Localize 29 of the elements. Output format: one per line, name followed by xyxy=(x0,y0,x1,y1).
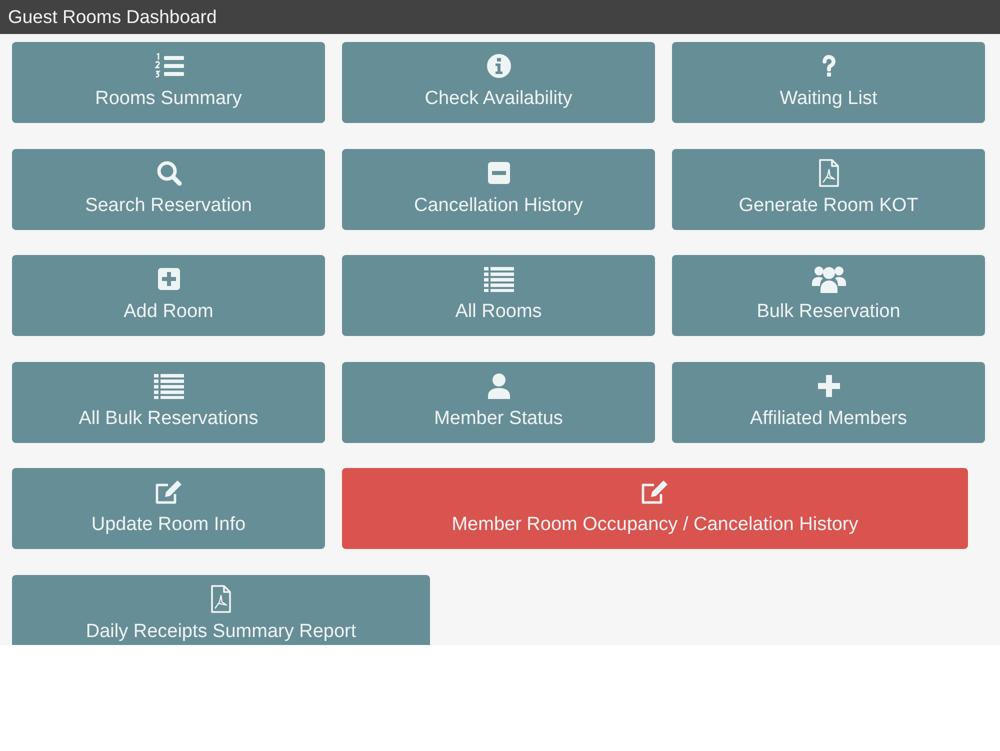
pdf-file-icon xyxy=(210,584,232,612)
dashboard-button[interactable]: Cancellation History xyxy=(342,148,655,230)
pdf-file-icon xyxy=(818,158,840,186)
people-icon xyxy=(812,265,846,293)
numbered-list-icon xyxy=(154,53,184,79)
dashboard-button[interactable]: Bulk Reservation xyxy=(672,255,985,336)
question-icon xyxy=(820,54,836,78)
person-icon xyxy=(488,372,510,398)
dashboard-button[interactable]: Member Status xyxy=(342,362,655,442)
page-title: Guest Rooms Dashboard xyxy=(8,5,217,29)
dashboard-button[interactable]: Daily Receipts Summary Report xyxy=(12,574,430,645)
dashboard-button[interactable]: Waiting List xyxy=(672,42,985,123)
dashboard-button[interactable]: Search Reservation xyxy=(12,148,325,230)
dashboard-button[interactable]: Member Room Occupancy / Cancelation History xyxy=(342,468,968,549)
edit-icon xyxy=(154,479,182,505)
dashboard-button[interactable]: Check Availability xyxy=(342,42,655,123)
dashboard-button[interactable]: Add Room xyxy=(12,255,325,336)
list-icon xyxy=(484,266,514,292)
dashboard-button[interactable]: Affiliated Members xyxy=(672,362,985,442)
search-icon xyxy=(156,160,182,186)
info-icon xyxy=(486,53,512,79)
dashboard-button[interactable]: Rooms Summary xyxy=(12,42,325,123)
dashboard-button[interactable]: All Bulk Reservations xyxy=(12,362,325,442)
list-icon xyxy=(154,372,184,398)
dashboard-button[interactable]: All Rooms xyxy=(342,255,655,336)
plus-icon xyxy=(816,374,840,398)
dashboard-button[interactable]: Generate Room KOT xyxy=(672,148,985,230)
edit-icon xyxy=(641,479,669,505)
dashboard-button[interactable]: Update Room Info xyxy=(12,468,325,549)
